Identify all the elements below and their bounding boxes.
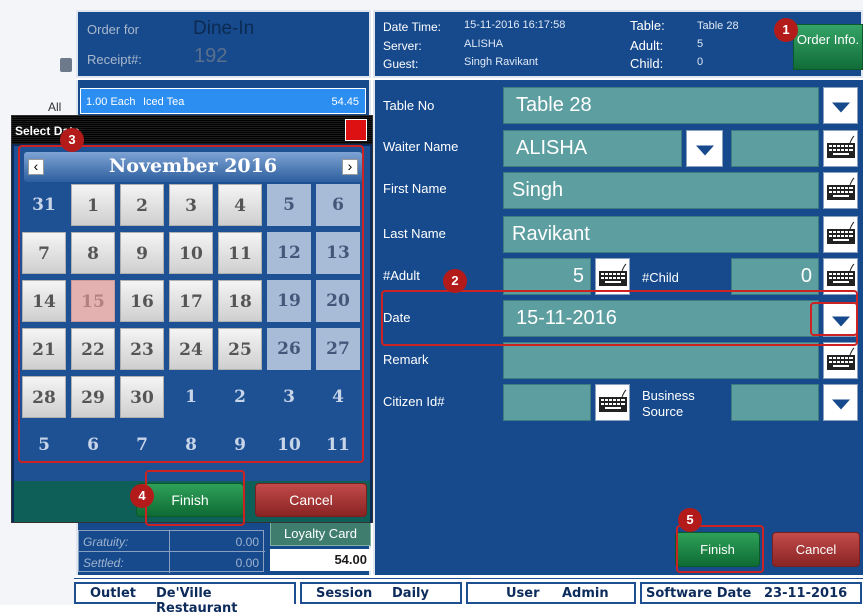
waiter-label: Waiter Name [383,139,459,154]
status-session-cell: Session Daily [300,582,462,604]
totals-table: Gratuity: 0.00 Settled: 0.00 [78,530,265,573]
highlight-dialog-finish [145,470,245,526]
last-name-field[interactable]: Ravikant [503,216,819,253]
form-cancel-button[interactable]: Cancel [772,532,860,567]
status-outlet-cell: Outlet De'Ville Restaurant [74,582,296,616]
waiter-keyboard-button[interactable] [823,130,858,167]
callout-3: 3 [60,128,84,152]
remark-field[interactable] [503,342,819,379]
gratuity-label: Gratuity: [83,535,129,549]
callout-2: 2 [443,269,467,293]
last-name-keyboard-button[interactable] [823,216,858,253]
server-label: Server: [383,39,422,53]
remark-label: Remark [383,352,429,367]
adult-value: 5 [697,38,704,50]
date-dialog-cancel-button[interactable]: Cancel [255,483,367,517]
business-label-2: Source [642,404,684,419]
highlight-date-dropdown [810,302,858,336]
datetime-label: Date Time: [383,20,442,34]
status-software-date-value: 23-11-2016 [764,586,848,601]
settled-value: 0.00 [235,556,259,570]
callout-4: 4 [130,484,154,508]
adult-label: Adult: [630,38,664,53]
background-top-strip [76,0,863,10]
first-name-field[interactable]: Singh [503,172,819,209]
status-user-cell: User Admin [466,582,636,604]
remark-keyboard-button[interactable] [823,342,858,379]
order-item-qty: 1.00 Each [86,96,136,108]
business-label-1: Business [642,388,695,403]
server-value: ALISHA [464,38,504,50]
callout-5: 5 [678,508,702,532]
status-software-date-label: Software Date [646,586,752,601]
totals-divider-h [79,551,265,552]
first-name-label: First Name [383,181,447,196]
order-header-panel: Order for Dine-In Receipt#: 192 [76,10,371,78]
keyboard-icon [827,263,855,286]
citizen-keyboard-button[interactable] [595,384,630,421]
guest-value: Singh Ravikant [464,56,538,68]
background-mini-icon [60,58,72,72]
child-label: Child: [630,56,664,71]
child-field-label: #Child [642,270,679,285]
order-for-value: Dine-In [193,18,255,39]
callout-1: 1 [774,18,798,42]
business-source-dropdown-button[interactable] [823,384,858,421]
status-session-value: Daily [392,586,429,601]
keyboard-icon [827,221,855,244]
table-label: Table: [630,18,665,33]
first-name-keyboard-button[interactable] [823,172,858,209]
status-bar: Outlet De'Ville Restaurant Session Daily… [74,578,863,616]
table-no-field[interactable]: Table 28 [503,87,819,124]
totals-divider-v [169,531,170,573]
keyboard-icon [599,389,627,412]
order-item-name: Iced Tea [143,96,185,108]
keyboard-icon [827,347,855,370]
waiter-extra-field[interactable] [731,130,819,167]
datetime-value: 15-11-2016 16:17:58 [464,19,566,31]
keyboard-icon [599,263,627,286]
receipt-label: Receipt#: [87,52,142,67]
keyboard-icon [827,135,855,158]
status-session-label: Session [316,586,373,601]
status-software-date-cell: Software Date 23-11-2016 [640,582,862,604]
citizen-label: Citizen Id# [383,394,445,409]
table-no-label: Table No [383,98,435,113]
citizen-field[interactable] [503,384,591,421]
highlight-date-row [381,290,858,346]
status-user-value: Admin [562,586,609,601]
table-value: Table 28 [697,20,739,32]
receipt-value: 192 [194,45,228,67]
total-amount: 54.00 [270,549,371,571]
order-for-label: Order for [87,22,140,37]
settled-label: Settled: [83,556,124,570]
last-name-label: Last Name [383,226,446,241]
table-no-dropdown-button[interactable] [823,87,858,124]
date-dialog-close-button[interactable] [345,119,367,141]
status-outlet-label: Outlet [90,586,137,601]
child-value: 0 [697,56,704,68]
gratuity-value: 0.00 [235,535,259,549]
adult-field-label: #Adult [383,268,420,283]
guest-label: Guest: [383,57,419,71]
business-source-field[interactable] [731,384,819,421]
waiter-dropdown-button[interactable] [686,130,723,167]
order-item-row[interactable]: 1.00 Each Iced Tea 54.45 [80,88,366,114]
order-item-price: 54.45 [331,96,359,108]
waiter-field[interactable]: ALISHA [503,130,682,167]
highlight-calendar [18,145,364,463]
status-outlet-value: De'Ville Restaurant [156,586,294,616]
keyboard-icon [827,177,855,200]
status-user-label: User [506,586,540,601]
highlight-form-finish [676,525,764,573]
loyalty-card-button[interactable]: Loyalty Card [270,522,371,546]
background-all-label: All [48,100,62,114]
